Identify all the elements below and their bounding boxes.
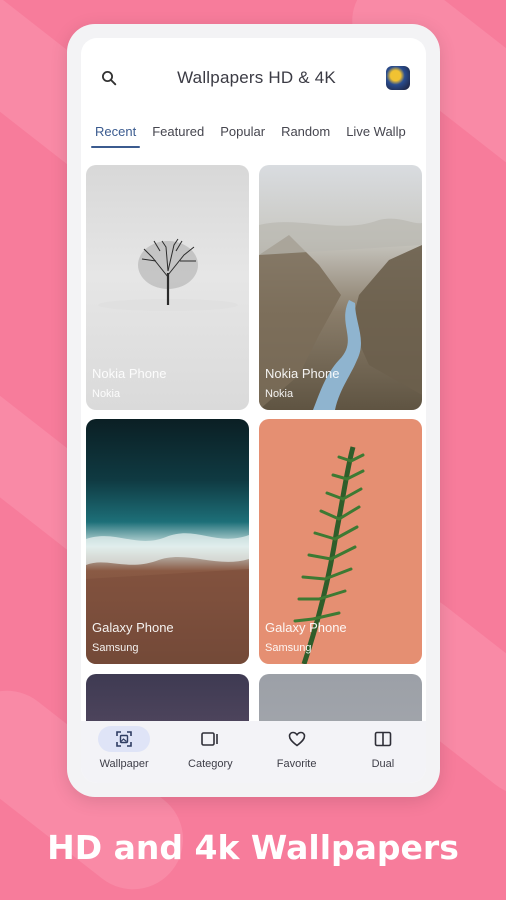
wallpaper-grid: Nokia Phone Nokia Nokia Phone Nokia Gala… xyxy=(86,165,422,721)
wallpaper-card[interactable]: Galaxy Phone Samsung xyxy=(259,419,422,664)
nav-wallpaper[interactable]: Wallpaper xyxy=(81,721,167,783)
nav-label: Favorite xyxy=(276,758,317,770)
tab-recent[interactable]: Recent xyxy=(87,124,144,154)
wallpaper-icon xyxy=(98,726,151,752)
nav-favorite[interactable]: Favorite xyxy=(254,721,340,783)
top-bar: Wallpapers HD & 4K xyxy=(91,56,416,100)
profile-avatar[interactable] xyxy=(386,66,410,90)
search-icon[interactable] xyxy=(91,60,127,96)
app-title: Wallpapers HD & 4K xyxy=(177,68,336,87)
nav-label: Category xyxy=(188,758,233,770)
tab-random[interactable]: Random xyxy=(273,124,338,154)
bottom-navigation: Wallpaper Category Favorite Dual xyxy=(81,721,426,783)
heart-icon xyxy=(271,726,323,752)
app-screen: Wallpapers HD & 4K Recent Featured Popul… xyxy=(81,38,426,783)
nav-category[interactable]: Category xyxy=(167,721,253,783)
category-tabs: Recent Featured Popular Random Live Wall… xyxy=(87,124,426,160)
category-icon xyxy=(184,726,236,752)
wallpaper-title: Galaxy Phone xyxy=(265,620,347,635)
wallpaper-subtitle: Nokia xyxy=(265,388,294,400)
phone-frame: Wallpapers HD & 4K Recent Featured Popul… xyxy=(67,24,440,797)
wallpaper-card[interactable]: Galaxy Phone Samsung xyxy=(86,419,249,664)
tab-live-wallpaper[interactable]: Live Wallp xyxy=(338,124,413,154)
tab-popular[interactable]: Popular xyxy=(212,124,273,154)
wallpaper-card[interactable] xyxy=(259,674,422,721)
wallpaper-title: Nokia Phone xyxy=(265,366,340,381)
wallpaper-card[interactable] xyxy=(86,674,249,721)
wallpaper-card[interactable]: Nokia Phone Nokia xyxy=(259,165,422,410)
promo-caption: HD and 4k Wallpapers xyxy=(47,828,459,867)
wallpaper-card[interactable]: Nokia Phone Nokia xyxy=(86,165,249,410)
wallpaper-subtitle: Samsung xyxy=(92,642,139,654)
wallpaper-subtitle: Nokia xyxy=(92,388,121,400)
wallpaper-title: Galaxy Phone xyxy=(92,620,174,635)
wallpaper-title: Nokia Phone xyxy=(92,366,167,381)
dual-icon xyxy=(357,726,409,752)
wallpaper-subtitle: Samsung xyxy=(265,642,312,654)
tab-featured[interactable]: Featured xyxy=(144,124,212,154)
nav-label: Wallpaper xyxy=(99,758,149,770)
nav-dual[interactable]: Dual xyxy=(340,721,426,783)
nav-label: Dual xyxy=(371,758,395,770)
